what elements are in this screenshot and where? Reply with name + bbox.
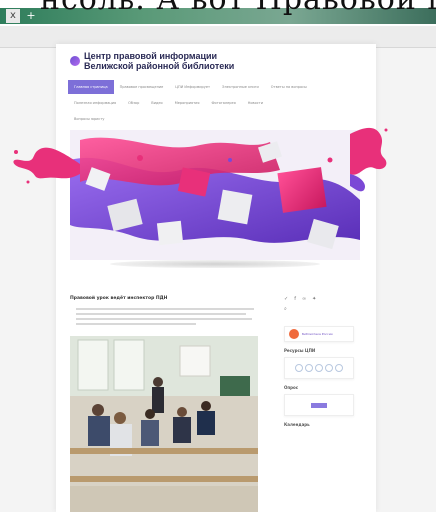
nav-item-answers[interactable]: Ответы на вопросы [265, 80, 313, 94]
nav-item-video[interactable]: Видео [145, 96, 168, 110]
widget-title-calendar: Календарь [284, 422, 310, 427]
widget-title-poll: Опрос [284, 385, 299, 390]
article-text [76, 308, 256, 328]
resource-icon-1[interactable] [295, 364, 303, 372]
nav-item-cpi-informs[interactable]: ЦПИ Информирует [169, 80, 216, 94]
resource-icon-2[interactable] [305, 364, 313, 372]
hero-shadow [110, 260, 320, 268]
website-page: Центр правовой информации Велижской райо… [13, 44, 388, 512]
logo-icon[interactable] [70, 56, 80, 66]
social-icons: ✓ f ∞ ✦ [284, 296, 368, 302]
nav-item-gallery[interactable]: Фотогалерея [206, 96, 242, 110]
site-header: Центр правовой информации Велижской райо… [56, 44, 376, 80]
resource-icon-5[interactable] [335, 364, 343, 372]
hero-artwork [70, 130, 360, 260]
paint-splash-left [13, 147, 80, 184]
nav-item-review[interactable]: Обзор [122, 96, 145, 110]
resource-icon-3[interactable] [315, 364, 323, 372]
nav-row-3: Вопросы юристу [68, 112, 368, 126]
resource-links[interactable] [284, 357, 354, 379]
widget-title-resources: Ресурсы ЦПИ [284, 348, 316, 353]
poll-widget [284, 394, 354, 416]
hero-banner [70, 130, 360, 260]
vk-icon[interactable]: ✓ [284, 296, 288, 302]
promo-banner[interactable]: Библиотека России [284, 326, 354, 342]
sidebar: ✓ f ∞ ✦ ⌕ Библиотека России Ресурсы ЦПИ … [284, 296, 368, 431]
site-title[interactable]: Центр правовой информации Велижской райо… [84, 51, 324, 71]
close-tab-icon[interactable]: x [6, 9, 20, 23]
nav-item-useful-info[interactable]: Полезная информация [68, 96, 122, 110]
nav-item-events[interactable]: Мероприятия [169, 96, 206, 110]
new-tab-icon[interactable]: + [24, 9, 38, 23]
paint-splash-right [350, 127, 388, 192]
article-title[interactable]: Правовой урок ведёт инспектор ПДН [70, 296, 270, 301]
site-title-line1: Центр правовой информации [84, 51, 218, 61]
nav-item-ebooks[interactable]: Электронные книги [216, 80, 265, 94]
promo-badge-icon [289, 329, 299, 339]
site-title-line2: Велижской районной библиотеки [84, 61, 235, 71]
promo-text: Библиотека России [302, 332, 333, 336]
search-icon[interactable]: ⌕ [284, 306, 368, 312]
poll-vote-button[interactable] [311, 402, 327, 408]
cropped-caption: нсоль. А вот Правовой путь [40, 0, 436, 17]
article-photo[interactable] [70, 336, 258, 512]
nav-item-legal-education[interactable]: Правовое просвещение [114, 80, 170, 94]
nav-row-2: Полезная информация Обзор Видео Мероприя… [68, 96, 368, 110]
ok-icon[interactable]: ∞ [302, 296, 306, 302]
top-strip: нсоль. А вот Правовой путь x + [0, 0, 436, 26]
nav-item-news[interactable]: Новости [242, 96, 269, 110]
main-nav: Главная страница Правовое просвещение ЦП… [68, 80, 368, 128]
nav-row-1: Главная страница Правовое просвещение ЦП… [68, 80, 368, 94]
nav-item-home[interactable]: Главная страница [68, 80, 114, 94]
resource-icon-4[interactable] [325, 364, 333, 372]
facebook-icon[interactable]: f [294, 296, 296, 302]
twitter-icon[interactable]: ✦ [312, 296, 316, 302]
nav-item-ask-lawyer[interactable]: Вопросы юристу [68, 112, 110, 126]
classroom-photo [70, 336, 258, 512]
